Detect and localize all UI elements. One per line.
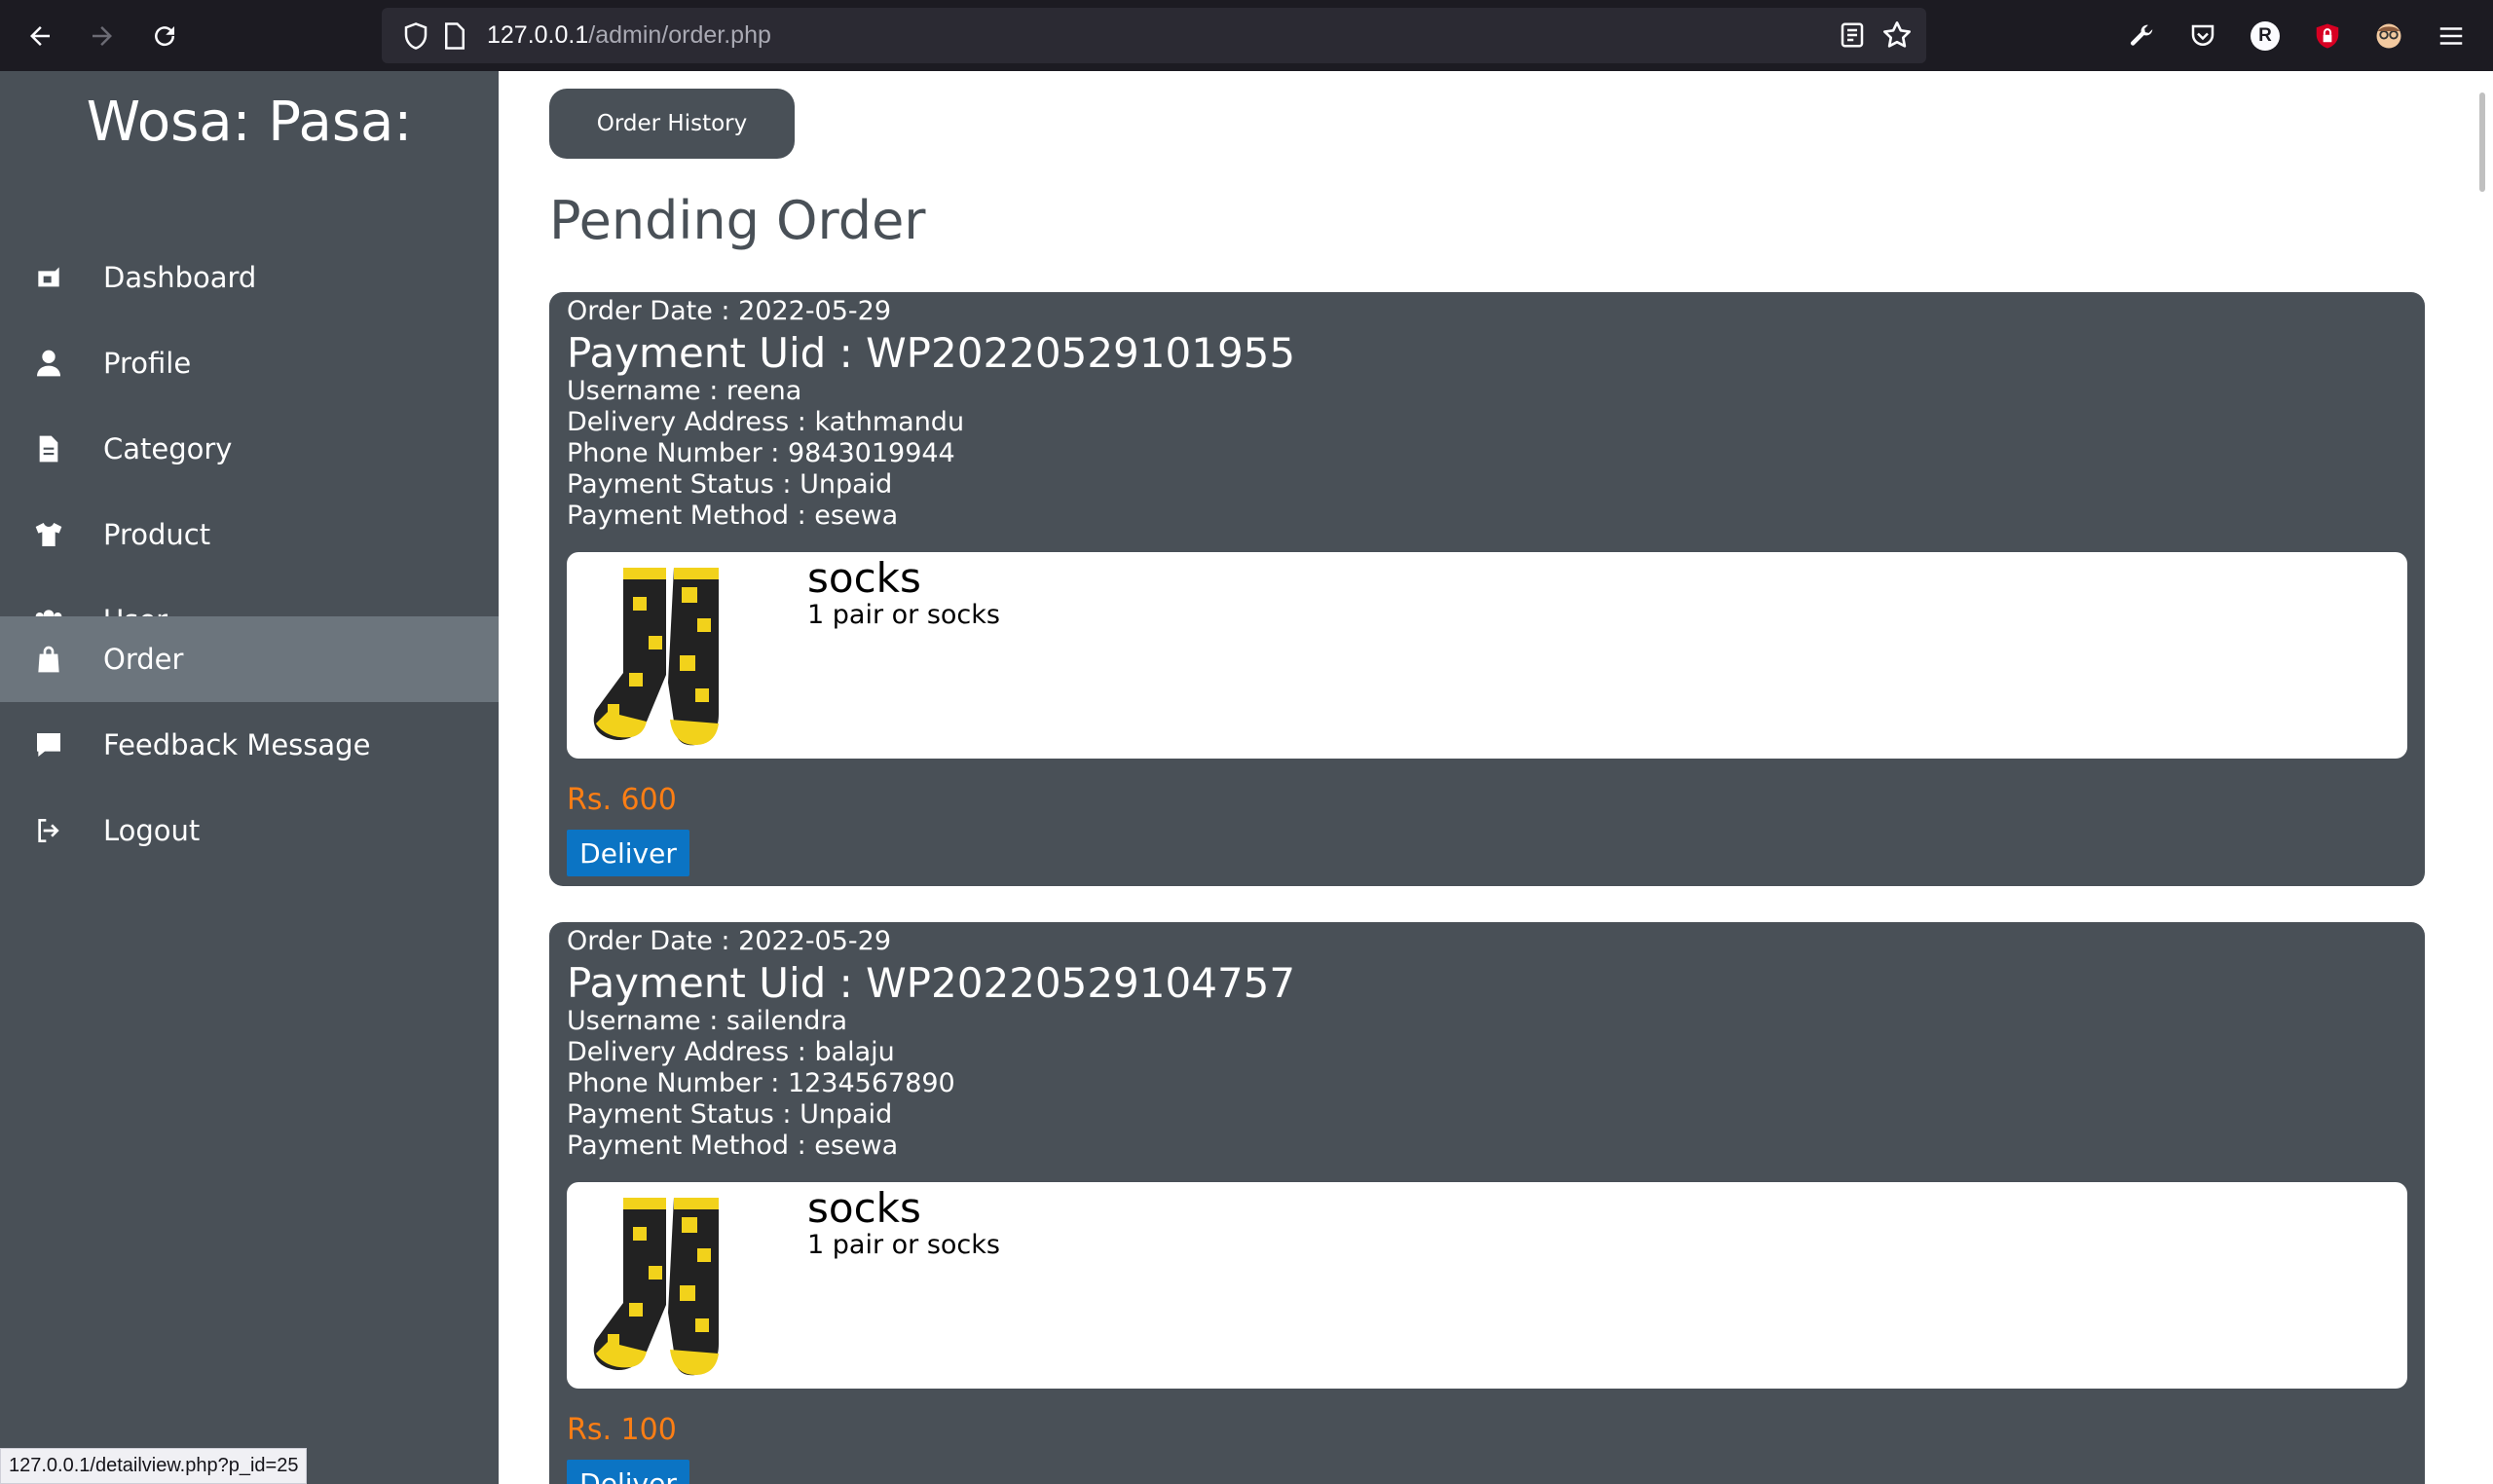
wrench-icon[interactable] (2125, 19, 2158, 53)
order-username: Username : reena (567, 376, 802, 406)
order-history-button[interactable]: Order History (549, 89, 795, 159)
product-description: 1 pair or socks (807, 600, 1000, 630)
phone-number: Phone Number : 9843019944 (567, 438, 955, 468)
shirt-icon (31, 517, 66, 552)
deliver-button[interactable]: Deliver (567, 830, 689, 876)
back-icon[interactable] (21, 18, 58, 55)
product-description: 1 pair or socks (807, 1230, 1000, 1260)
payment-status: Payment Status : Unpaid (567, 469, 893, 500)
product-item[interactable]: socks 1 pair or socks (567, 552, 2407, 759)
socks-product-image[interactable] (573, 558, 744, 753)
order-date: Order Date : 2022-05-29 (567, 926, 892, 956)
order-date: Order Date : 2022-05-29 (567, 296, 892, 326)
product-name: socks (807, 554, 921, 602)
sidebar-item-label: Dashboard (103, 261, 257, 294)
brand-title[interactable]: Wosa: Pasa: (0, 91, 499, 154)
page-icon[interactable] (442, 21, 467, 51)
document-icon (31, 431, 66, 466)
pocket-icon[interactable] (2186, 19, 2219, 53)
order-price: Rs. 100 (567, 1413, 677, 1447)
sidebar: Wosa: Pasa: Dashboard Profile Category P… (0, 71, 499, 1484)
sidebar-item-profile[interactable]: Profile (0, 320, 499, 406)
sidebar-item-label: Order (103, 643, 184, 676)
sidebar-item-label: Feedback Message (103, 728, 371, 761)
profile-initial: R (2251, 21, 2280, 51)
address-bar[interactable]: 127.0.0.1/admin/order.php (382, 8, 1926, 63)
sidebar-item-product[interactable]: Product (0, 492, 499, 577)
payment-status: Payment Status : Unpaid (567, 1099, 893, 1130)
reader-view-icon[interactable] (1838, 20, 1867, 50)
reload-icon[interactable] (146, 18, 183, 55)
main-content: Order History Pending Order Order Date :… (499, 71, 2469, 1484)
bag-icon (31, 642, 66, 677)
product-item[interactable]: socks 1 pair or socks (567, 1182, 2407, 1389)
sidebar-item-label: Logout (103, 814, 201, 847)
profile-avatar-icon[interactable]: R (2249, 19, 2282, 53)
sidebar-item-dashboard[interactable]: Dashboard (0, 235, 499, 320)
delivery-address: Delivery Address : kathmandu (567, 407, 965, 437)
deliver-button[interactable]: Deliver (567, 1460, 689, 1484)
dashboard-icon (31, 260, 66, 295)
url-host: 127.0.0.1 (487, 21, 589, 49)
payment-method: Payment Method : esewa (567, 1131, 899, 1161)
status-link-preview: 127.0.0.1/detailview.php?p_id=25 (0, 1448, 308, 1484)
page-scrollbar[interactable] (2479, 93, 2485, 192)
sidebar-item-order[interactable]: Order (0, 616, 499, 702)
socks-product-image[interactable] (573, 1188, 744, 1383)
sidebar-item-category[interactable]: Category (0, 406, 499, 492)
payment-uid: Payment Uid : WP20220529104757 (567, 959, 1296, 1007)
page-title: Pending Order (549, 190, 926, 251)
phone-number: Phone Number : 1234567890 (567, 1068, 955, 1098)
product-name: socks (807, 1184, 921, 1232)
sidebar-item-label: Product (103, 518, 211, 551)
user-icon (31, 346, 66, 381)
sidebar-item-logout[interactable]: Logout (0, 788, 499, 873)
forward-icon[interactable] (84, 18, 121, 55)
payment-uid: Payment Uid : WP20220529101955 (567, 329, 1296, 377)
url-path: /admin/order.php (588, 21, 771, 49)
sidebar-item-label: Category (103, 432, 233, 465)
extension-lock-icon[interactable] (2311, 19, 2344, 53)
bookmark-star-icon[interactable] (1881, 19, 1913, 51)
order-username: Username : sailendra (567, 1006, 848, 1036)
sidebar-item-label: Profile (103, 347, 192, 380)
order-price: Rs. 600 (567, 783, 677, 817)
delivery-address: Delivery Address : balaju (567, 1037, 895, 1067)
shield-icon[interactable] (401, 21, 430, 51)
order-card: Order Date : 2022-05-29 Payment Uid : WP… (549, 922, 2425, 1484)
menu-hamburger-icon[interactable] (2435, 19, 2468, 53)
browser-toolbar: 127.0.0.1/admin/order.php R (0, 0, 2493, 71)
logout-icon (31, 813, 66, 848)
extension-face-icon[interactable] (2372, 19, 2405, 53)
url-text[interactable]: 127.0.0.1/admin/order.php (487, 19, 771, 51)
sidebar-item-feedback[interactable]: Feedback Message (0, 702, 499, 788)
payment-method: Payment Method : esewa (567, 501, 899, 531)
message-icon (31, 727, 66, 762)
order-card: Order Date : 2022-05-29 Payment Uid : WP… (549, 292, 2425, 886)
